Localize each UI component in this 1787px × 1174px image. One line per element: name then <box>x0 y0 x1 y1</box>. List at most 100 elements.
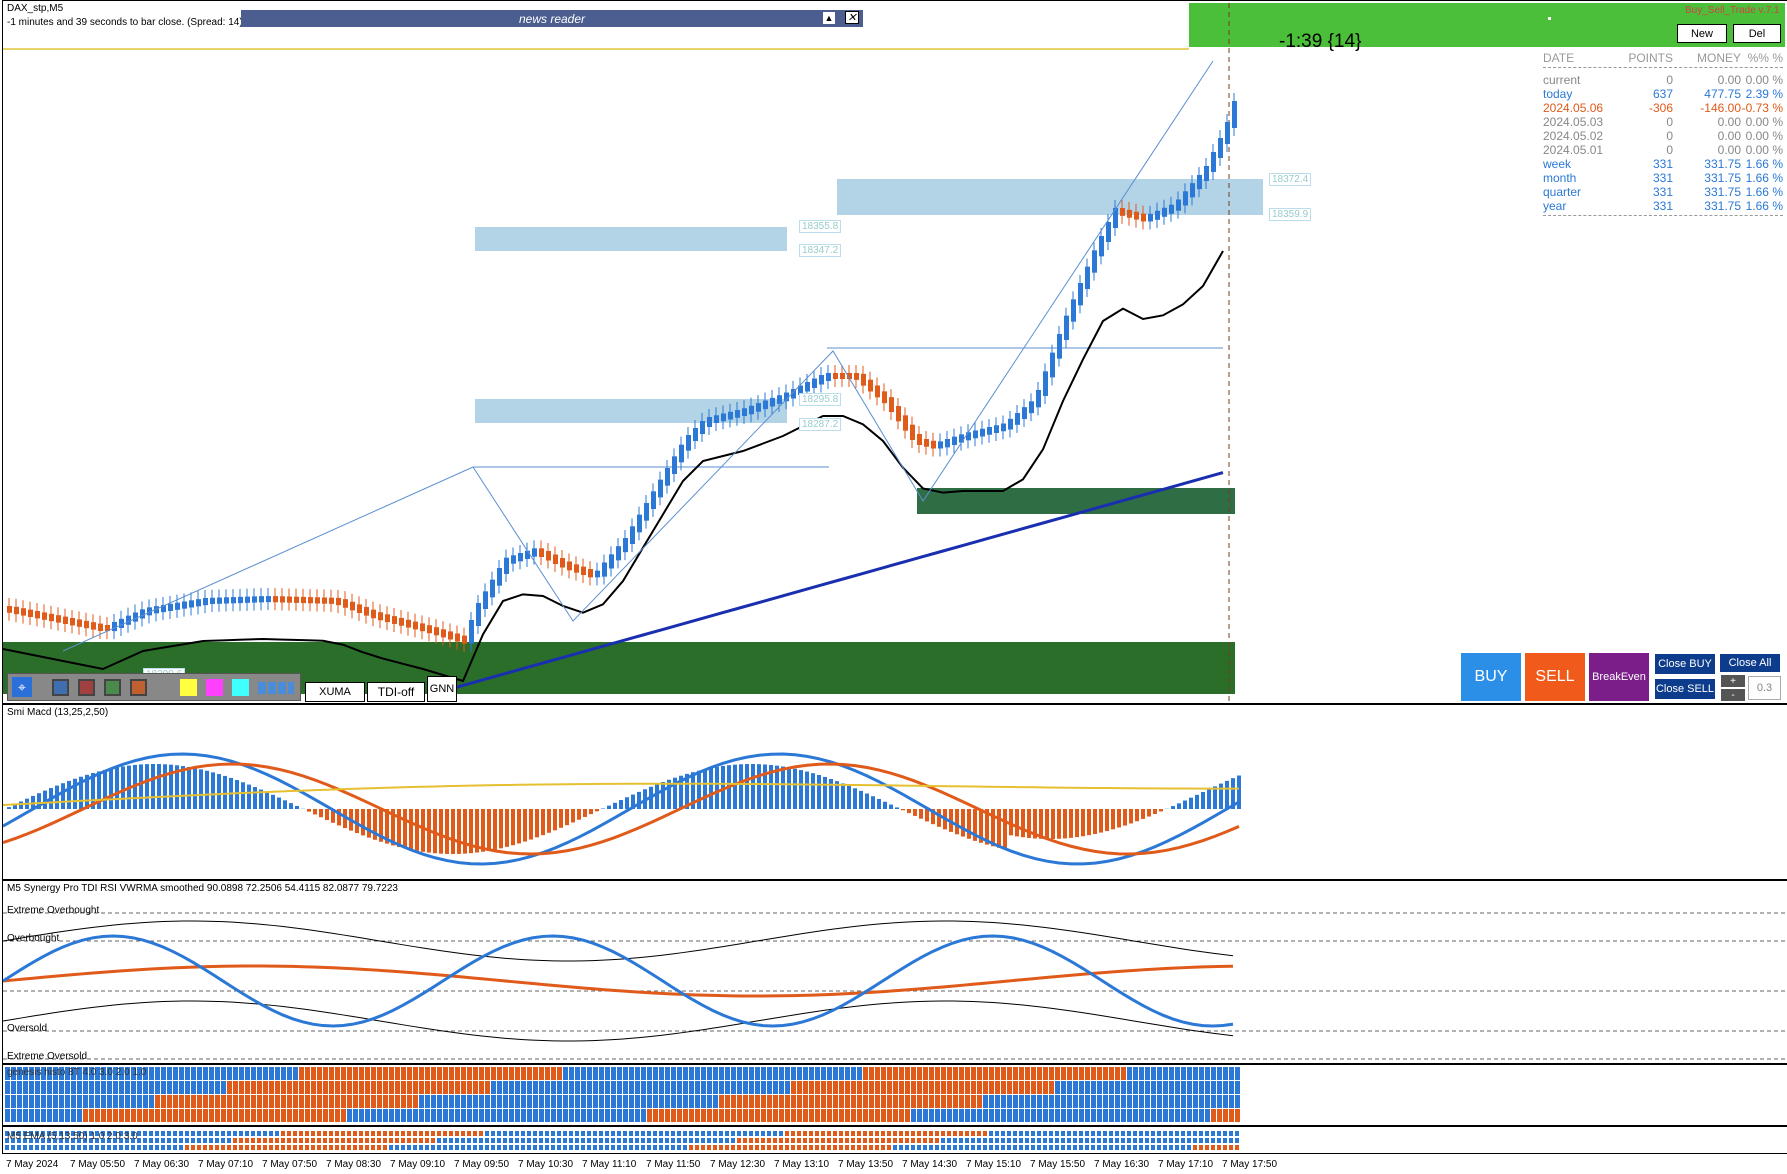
time-tick-label: 7 May 09:50 <box>454 1159 510 1170</box>
ema-cell <box>677 1138 681 1143</box>
ema-cell <box>743 1131 747 1136</box>
candle-body <box>994 425 999 433</box>
ema-cell <box>167 1138 171 1143</box>
main-chart-pane[interactable]: DAX_stp,M5 -1 minutes and 39 seconds to … <box>2 0 1787 704</box>
xuma-button[interactable]: XUMA <box>305 682 365 702</box>
macd-bar <box>463 809 467 854</box>
genesis-cell <box>317 1081 322 1094</box>
genesis-cell <box>893 1081 898 1094</box>
price-chart-canvas[interactable] <box>3 1 1787 703</box>
lot-size-field[interactable]: 0.3 <box>1748 676 1781 700</box>
ema-cell <box>263 1138 267 1143</box>
ema-cell <box>353 1131 357 1136</box>
genesis-cell <box>1061 1095 1066 1108</box>
genesis-cell <box>563 1067 568 1080</box>
ema-cell <box>215 1131 219 1136</box>
macd-bar <box>439 809 443 854</box>
breakeven-button[interactable]: BreakEven <box>1589 653 1649 701</box>
genesis-cell <box>593 1081 598 1094</box>
news-reader-bar[interactable]: news reader ▲ ✕ <box>241 10 863 27</box>
color-swatch-green[interactable] <box>104 679 121 696</box>
line-style-icon[interactable] <box>258 682 294 694</box>
ema-cell <box>599 1145 603 1150</box>
ema-cell <box>197 1145 201 1150</box>
genesis-cell <box>803 1067 808 1080</box>
ema-cell <box>473 1138 477 1143</box>
close-all-button[interactable]: Close All <box>1719 653 1781 673</box>
ema-cell <box>233 1138 237 1143</box>
ema-cell <box>251 1138 255 1143</box>
genesis-cell <box>929 1095 934 1108</box>
color-swatch-orange[interactable] <box>130 679 147 696</box>
sell-button[interactable]: SELL <box>1525 653 1585 701</box>
candle-body <box>385 614 390 623</box>
candle-body <box>588 569 593 578</box>
genesis-cell <box>1025 1095 1030 1108</box>
stats-pct: 0.00 % <box>1745 143 1783 157</box>
tdi-toggle-button[interactable]: TDI-off <box>367 682 425 702</box>
genesis-cell <box>623 1067 628 1080</box>
del-button[interactable]: Del <box>1733 24 1781 43</box>
genesis-cell <box>419 1067 424 1080</box>
lot-plus-button[interactable]: + <box>1721 675 1745 687</box>
genesis-cell <box>893 1067 898 1080</box>
buy-button[interactable]: BUY <box>1461 653 1521 701</box>
genesis-cell <box>341 1067 346 1080</box>
genesis-cell <box>551 1067 556 1080</box>
candle-body <box>532 548 537 557</box>
ema-cell <box>521 1131 525 1136</box>
stats-row: month 331 331.75 1.66 % <box>1543 171 1783 185</box>
close-sell-button[interactable]: Close SELL <box>1654 678 1716 700</box>
genesis-cell <box>797 1095 802 1108</box>
macd-pane[interactable]: Smi Macd (13,25,2,50) <box>2 704 1787 880</box>
ema-cell <box>761 1131 765 1136</box>
color-swatch-blue[interactable] <box>52 679 69 696</box>
ema-cell <box>1091 1138 1095 1143</box>
stats-points: 0 <box>1666 129 1673 143</box>
crosshair-icon[interactable]: ⌖ <box>12 677 32 697</box>
drawing-toolbar[interactable]: ⌖ <box>7 673 301 701</box>
genesis-cell <box>833 1081 838 1094</box>
lot-minus-button[interactable]: - <box>1721 689 1745 701</box>
genesis-cell <box>581 1109 586 1122</box>
genesis-cell <box>353 1109 358 1122</box>
genesis-pane[interactable]: genesis histo 8T 4.0 3.0 2.0 1.0 <box>2 1064 1787 1126</box>
genesis-cell <box>749 1081 754 1094</box>
genesis-cell <box>569 1067 574 1080</box>
genesis-cell <box>437 1067 442 1080</box>
ema-pane[interactable]: M5 EMA (5,13,50) 1.0 2.0 3.0 <box>2 1126 1787 1154</box>
genesis-cell <box>233 1095 238 1108</box>
collapse-icon[interactable]: ▲ <box>823 12 835 24</box>
color-swatch-yellow[interactable] <box>180 679 197 696</box>
ema-cell <box>803 1131 807 1136</box>
ema-cell <box>317 1145 321 1150</box>
ema-cell <box>557 1131 561 1136</box>
synergy-pane[interactable]: M5 Synergy Pro TDI RSI VWRMA smoothed 90… <box>2 880 1787 1064</box>
genesis-cell <box>1223 1109 1228 1122</box>
ema-cell <box>221 1138 225 1143</box>
new-button[interactable]: New <box>1677 24 1727 43</box>
ema-cell <box>923 1138 927 1143</box>
genesis-cell <box>245 1095 250 1108</box>
close-icon[interactable]: ✕ <box>845 11 859 24</box>
genesis-cell <box>659 1067 664 1080</box>
genesis-cell <box>869 1067 874 1080</box>
genesis-cell <box>311 1109 316 1122</box>
genesis-cell <box>1013 1067 1018 1080</box>
gnn-button[interactable]: GNN <box>427 676 457 702</box>
candle-body <box>14 606 19 615</box>
color-swatch-magenta[interactable] <box>206 679 223 696</box>
candle-body <box>406 619 411 628</box>
genesis-cell <box>1157 1081 1162 1094</box>
close-buy-button[interactable]: Close BUY <box>1654 653 1716 675</box>
genesis-cell <box>5 1081 10 1094</box>
genesis-cell <box>521 1081 526 1094</box>
color-swatch-red[interactable] <box>78 679 95 696</box>
genesis-cell <box>479 1067 484 1080</box>
candle-body <box>1071 299 1076 322</box>
candle-body <box>427 625 432 634</box>
candle-body <box>1036 390 1041 408</box>
color-swatch-cyan[interactable] <box>232 679 249 696</box>
genesis-cell <box>647 1081 652 1094</box>
genesis-cell <box>1031 1081 1036 1094</box>
